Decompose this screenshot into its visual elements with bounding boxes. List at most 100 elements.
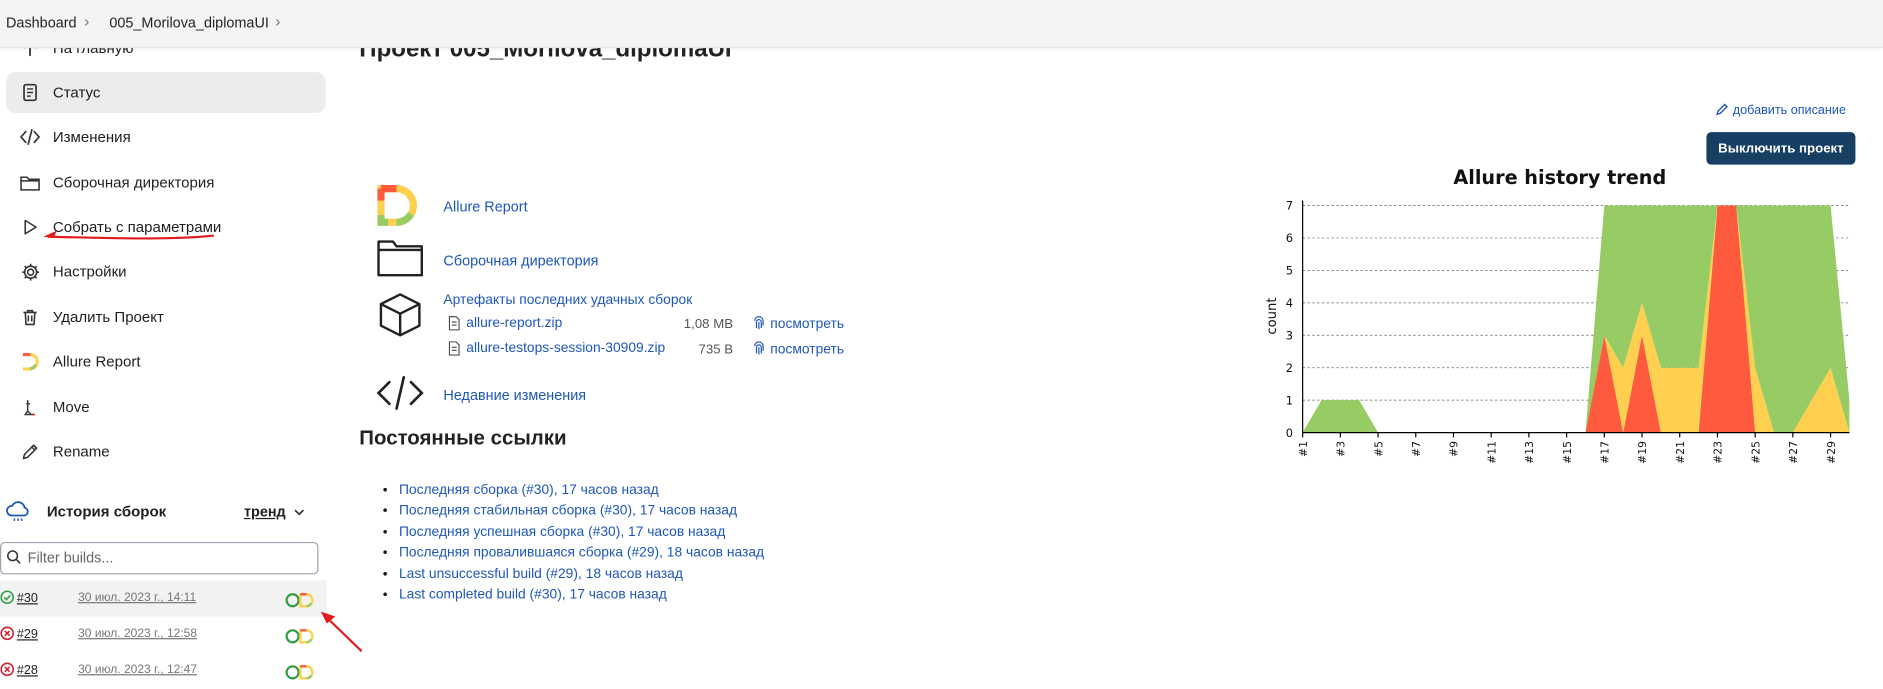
build-row[interactable]: #29 30 июл. 2023 г., 12:58 (0, 616, 327, 652)
sidebar-item-workspace[interactable]: Сборочная директория (6, 162, 326, 203)
chart-y-axis-label: count (1265, 297, 1280, 334)
sidebar-item-allure-report[interactable]: Allure Report (6, 341, 326, 382)
chart-x-tick-label: #29 (1825, 441, 1838, 464)
artifact-link[interactable]: allure-testops-session-30909.zip (466, 341, 665, 355)
build-badges-icon[interactable] (285, 592, 316, 614)
build-date-link[interactable]: 30 июл. 2023 г., 12:47 (78, 663, 197, 676)
breadcrumb-project[interactable]: 005_Morilova_diplomaUI (109, 14, 269, 31)
recent-changes-link[interactable]: Недавние изменения (443, 387, 586, 404)
code-icon (19, 126, 41, 148)
list-item: Last completed build (#30), 17 часов наз… (399, 586, 764, 605)
cloud-icon (5, 499, 31, 529)
allure-logo-icon (377, 185, 423, 232)
fingerprint-icon (752, 315, 765, 337)
allure-trend-chart[interactable]: Allure history trend count 0 1 2 3 4 5 6 7 #1 #3 #… (1250, 162, 1856, 474)
chart-x-tick-label: #5 (1372, 441, 1385, 457)
permalinks-list: Последняя сборка (#30), 17 часов назад П… (359, 482, 764, 608)
move-icon (19, 397, 41, 419)
artifact-size: 1,08 MB (683, 317, 734, 332)
build-number-link[interactable]: #28 (17, 663, 38, 677)
annotation-arrow-underline (43, 230, 215, 240)
chart-x-tick-label: #15 (1561, 441, 1574, 464)
build-history-title: История сборок (46, 503, 167, 521)
chart-x-tick-label: #19 (1636, 441, 1649, 464)
chart-y-tick-label: 7 (1286, 199, 1293, 213)
permalink[interactable]: Последняя сборка (#30), 17 часов назад (399, 483, 659, 497)
build-badges-icon[interactable] (285, 665, 316, 687)
add-description-link[interactable]: добавить описание (1715, 102, 1846, 120)
permalinks-title: Постоянные ссылки (359, 426, 567, 450)
artifact-size: 735 B (698, 342, 734, 357)
chart-y-tick-label: 5 (1286, 264, 1293, 278)
build-row[interactable]: #28 30 июл. 2023 г., 12:47 (0, 653, 327, 689)
chevron-down-icon[interactable] (292, 504, 306, 526)
allure-report-link[interactable]: Allure Report (443, 198, 527, 215)
chart-x-tick-label: #13 (1523, 441, 1536, 464)
permalink[interactable]: Last unsuccessful build (#29), 18 часов … (399, 567, 683, 581)
chart-y-tick-label: 0 (1286, 426, 1293, 440)
sidebar-item-status[interactable]: Статус (6, 72, 326, 113)
gear-icon (19, 261, 41, 283)
build-date-link[interactable]: 30 июл. 2023 г., 14:11 (78, 591, 196, 604)
artifacts-title-link[interactable]: Артефакты последних удачных сборок (443, 293, 692, 307)
file-icon (448, 315, 460, 337)
failed-x-icon (0, 625, 14, 647)
view-artifact-link[interactable]: посмотреть (770, 317, 844, 331)
build-badges-icon[interactable] (285, 628, 316, 650)
search-icon (6, 549, 22, 571)
annotation-arrow-pointer (320, 611, 363, 653)
sidebar-item-label: Статус (52, 84, 101, 101)
chart-y-tick-label: 1 (1286, 393, 1293, 407)
allure-logo-icon (19, 351, 41, 373)
chart-x-tick-label: #21 (1674, 441, 1687, 464)
chart-x-tick-label: #9 (1448, 441, 1461, 457)
build-number-link[interactable]: #29 (17, 627, 38, 641)
permalink[interactable]: Последняя провалившаяся сборка (#29), 18… (399, 546, 764, 560)
list-item: Последняя успешная сборка (#30), 17 часо… (399, 524, 764, 543)
chart-series-passed (1302, 205, 1850, 433)
list-item: Последняя стабильная сборка (#30), 17 ча… (399, 503, 764, 522)
sidebar-item-changes[interactable]: Изменения (6, 117, 326, 158)
build-history-header: История сборок тренд (0, 493, 327, 531)
pencil-icon (19, 441, 41, 463)
package-icon (377, 292, 423, 344)
sidebar-item-delete-project[interactable]: Удалить Проект (6, 297, 326, 338)
permalink[interactable]: Последняя стабильная сборка (#30), 17 ча… (399, 504, 737, 518)
chart-x-tick-label: #27 (1787, 441, 1800, 464)
sidebar-item-label: Move (52, 398, 90, 416)
list-item: Последняя сборка (#30), 17 часов назад (399, 482, 764, 501)
chart-x-tick-label: #25 (1749, 441, 1762, 464)
disable-project-button[interactable]: Выключить проект (1706, 132, 1856, 165)
code-icon (376, 375, 424, 417)
chevron-right-icon: › (84, 12, 90, 31)
workspace-link[interactable]: Сборочная директория (443, 252, 598, 269)
permalink[interactable]: Last completed build (#30), 17 часов наз… (399, 588, 667, 602)
chevron-right-icon: › (275, 12, 281, 31)
sidebar-item-label: Allure Report (52, 353, 141, 371)
sidebar-item-label: Rename (52, 443, 110, 461)
filter-builds-input[interactable] (25, 547, 307, 568)
folder-icon (376, 237, 424, 284)
view-artifact-link[interactable]: посмотреть (770, 342, 844, 356)
folder-icon (19, 172, 41, 194)
file-icon (448, 340, 460, 362)
chart-y-tick-label: 4 (1286, 296, 1293, 310)
trash-icon (19, 306, 41, 328)
build-date-link[interactable]: 30 июл. 2023 г., 12:58 (78, 627, 197, 640)
artifact-link[interactable]: allure-report.zip (466, 316, 562, 330)
chart-title: Allure history trend (1453, 166, 1666, 189)
permalink[interactable]: Последняя успешная сборка (#30), 17 часо… (399, 525, 725, 539)
chart-x-tick-label: #11 (1485, 441, 1498, 464)
success-check-icon (0, 589, 14, 611)
filter-builds (0, 541, 319, 575)
fingerprint-icon (752, 340, 765, 362)
breadcrumb-dashboard[interactable]: Dashboard (6, 14, 77, 31)
trend-link[interactable]: тренд (244, 504, 286, 521)
chart-y-tick-label: 3 (1286, 328, 1293, 342)
document-icon (19, 82, 41, 104)
build-number-link[interactable]: #30 (17, 591, 38, 605)
sidebar-item-rename[interactable]: Rename (6, 431, 326, 472)
build-row[interactable]: #30 30 июл. 2023 г., 14:11 (0, 580, 327, 617)
sidebar-item-move[interactable]: Move (6, 387, 326, 428)
sidebar-item-label: Настройки (52, 263, 127, 280)
